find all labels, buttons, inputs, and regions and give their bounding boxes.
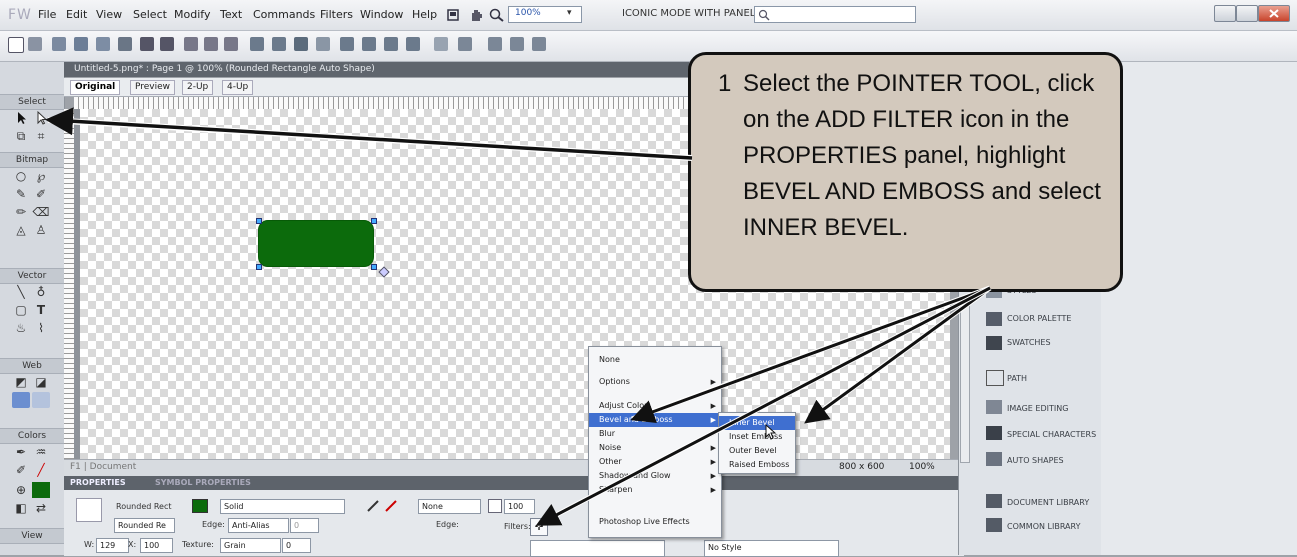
arrow-to-inner-bevel bbox=[804, 285, 992, 425]
arrow-to-add-filter bbox=[535, 285, 992, 528]
arrow-to-bevel-and-emboss bbox=[630, 285, 991, 424]
arrow-to-pointer-tool bbox=[45, 107, 693, 161]
annotation-arrows bbox=[45, 107, 992, 528]
